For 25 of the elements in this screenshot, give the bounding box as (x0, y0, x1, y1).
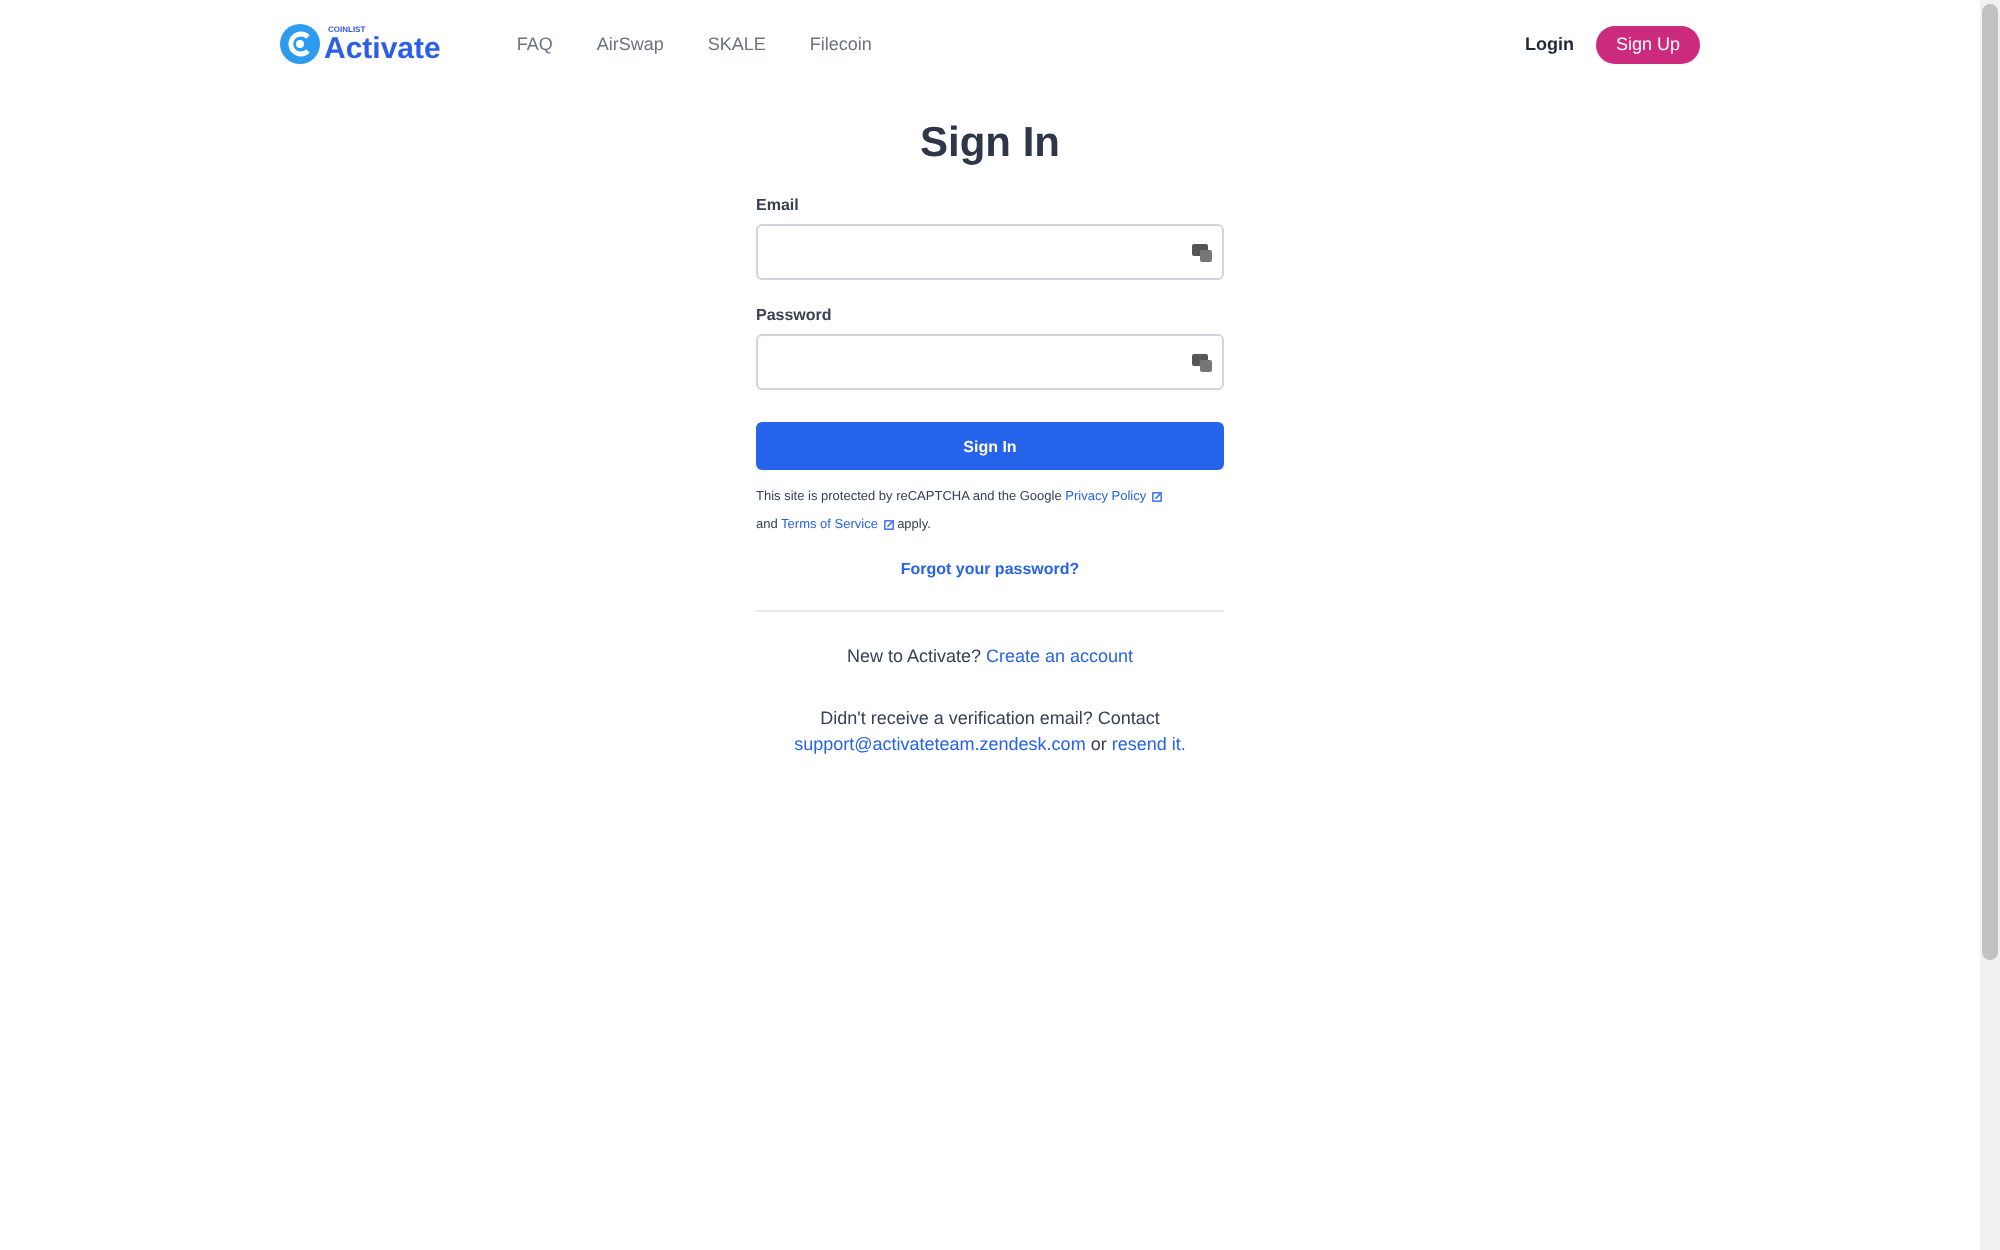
signup-button[interactable]: Sign Up (1595, 25, 1700, 63)
support-email-link[interactable]: support@activateteam.zendesk.com (794, 734, 1086, 754)
nav-link[interactable]: Filecoin (809, 34, 872, 54)
autofill-icon[interactable] (1192, 242, 1212, 262)
field-label: Email (756, 196, 801, 214)
external-link-icon (883, 519, 894, 530)
field-label: Password (756, 306, 834, 324)
nav-link[interactable]: FAQ (516, 34, 553, 54)
input-field[interactable] (756, 224, 1224, 280)
logo-icon (280, 24, 320, 64)
autofill-icon[interactable] (1192, 352, 1212, 372)
nav-link[interactable]: SKALE (707, 34, 766, 54)
create-account-link[interactable]: Create an account (986, 646, 1134, 666)
login-link[interactable]: Login (1524, 34, 1574, 54)
verification-text: Didn't receive a verification email? Contact support@activateteam.zendesk.com or resend it. (792, 706, 1188, 758)
input-field[interactable] (756, 334, 1224, 390)
external-link-icon (1151, 491, 1162, 502)
sign-in-button[interactable]: Sign In (756, 422, 1224, 470)
resend-link[interactable]: resend it. (1111, 734, 1186, 754)
new-account-text: New to Activate? Create an account (844, 644, 1136, 670)
scrollbar[interactable] (1980, 0, 2000, 1250)
logo-name: Activate (324, 33, 441, 63)
forgot-password-link[interactable]: Forgot your password? (900, 560, 1080, 578)
page-title: Sign In (918, 120, 1062, 168)
nav-link[interactable]: AirSwap (596, 34, 664, 54)
